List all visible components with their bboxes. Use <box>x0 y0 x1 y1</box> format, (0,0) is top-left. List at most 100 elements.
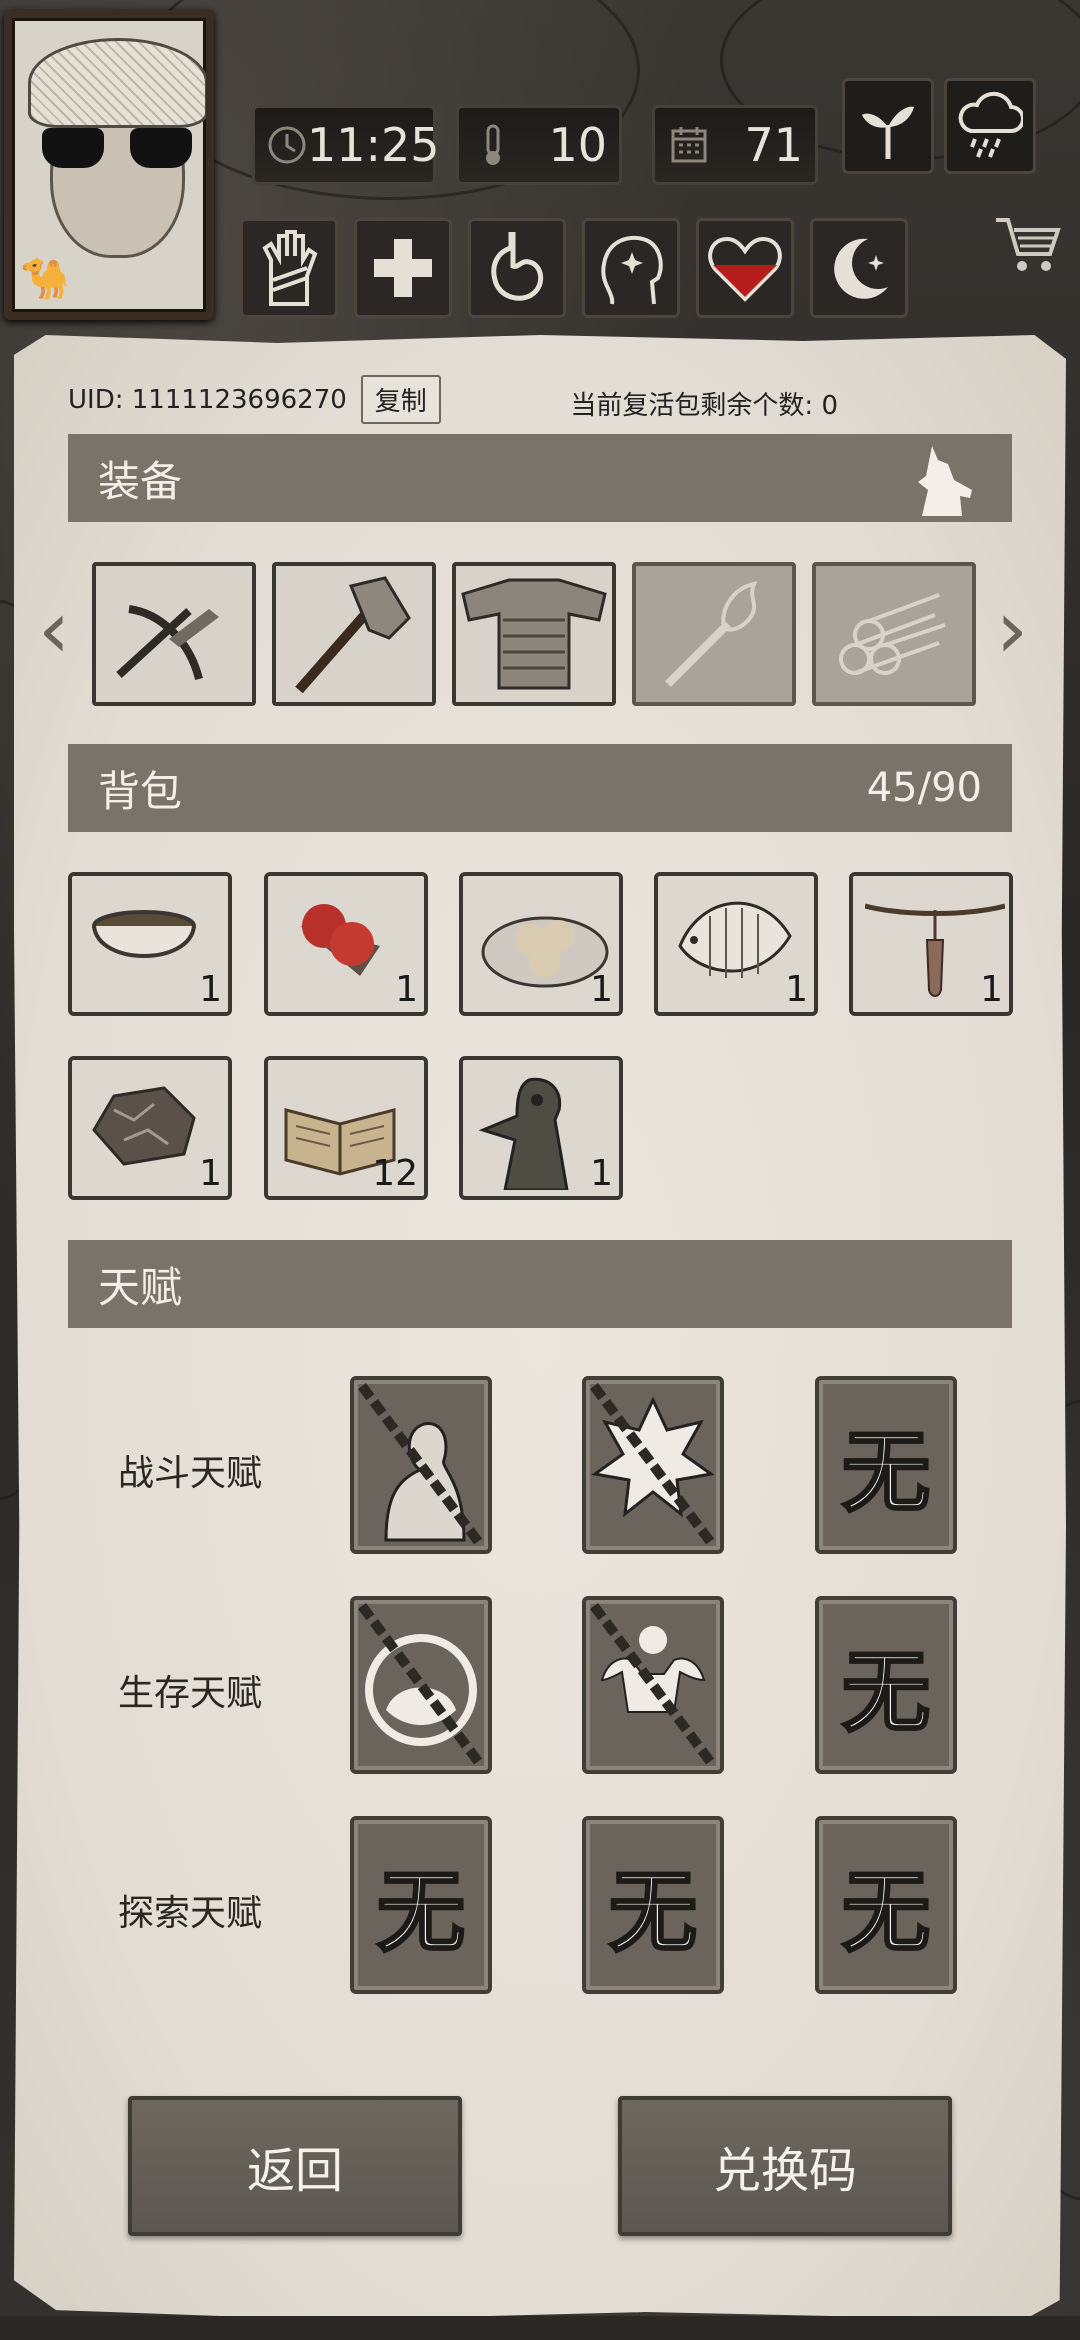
camel-icon: 🐪 <box>20 256 70 302</box>
rain-cloud-icon <box>958 91 1023 158</box>
item-quantity: 1 <box>980 969 1003 1010</box>
bandaged-hand-icon <box>262 230 318 306</box>
item-quantity: 1 <box>590 1153 613 1194</box>
equipment-slot-weapon[interactable] <box>92 562 256 706</box>
howling-wolf-icon <box>918 446 972 516</box>
berries-icon <box>300 904 380 976</box>
health-status-button[interactable] <box>354 218 452 318</box>
bottom-edge <box>0 2316 1080 2340</box>
talents-title: 天赋 <box>98 1262 183 1312</box>
backpack-item[interactable]: 1 <box>459 1056 623 1200</box>
portrait-sunglasses <box>42 128 192 168</box>
medical-cross-icon <box>374 239 432 297</box>
talent-slot-empty[interactable]: 无 <box>582 1816 724 1994</box>
ore-icon <box>92 1086 196 1166</box>
sprout-icon <box>862 106 914 159</box>
uid-row: UID: 1111123696270 复制 <box>68 375 441 424</box>
back-button[interactable]: 返回 <box>128 2096 462 2236</box>
talent-slot-locked[interactable] <box>582 1376 724 1554</box>
axe-icon <box>295 576 411 694</box>
mind-status-button[interactable] <box>582 218 680 318</box>
fish-icon <box>678 901 792 978</box>
talent-none-label: 无 <box>840 1859 931 1965</box>
talent-slot-empty[interactable]: 无 <box>815 1596 957 1774</box>
equipment-prev-arrow[interactable]: ‹ <box>38 590 70 670</box>
backpack-header: 背包 45/90 <box>68 744 1012 832</box>
item-quantity: 1 <box>199 1153 222 1194</box>
talent-none-label: 无 <box>607 1859 698 1965</box>
copy-uid-button[interactable]: 复制 <box>360 375 441 424</box>
talent-slot-empty[interactable]: 无 <box>815 1816 957 1994</box>
thermometer-icon <box>471 123 515 167</box>
talent-slot-empty[interactable]: 无 <box>350 1816 492 1994</box>
bowl-icon <box>92 910 196 958</box>
crescent-moon-icon <box>834 238 888 299</box>
farming-button[interactable] <box>842 78 934 174</box>
day-value: 71 <box>744 118 803 172</box>
backpack-item[interactable]: 1 <box>68 872 232 1016</box>
talent-slot-locked[interactable] <box>350 1376 492 1554</box>
equipment-slot-resource[interactable] <box>812 562 976 706</box>
equipment-header: 装备 <box>68 434 1012 522</box>
equipment-next-arrow[interactable]: › <box>996 590 1028 670</box>
sleep-status-button[interactable] <box>810 218 908 318</box>
backpack-capacity: 45/90 <box>866 765 982 811</box>
spiked-emblem-icon <box>589 1383 717 1547</box>
talent-row-label: 探索天赋 <box>118 1893 263 1934</box>
day-display: 71 <box>652 105 818 185</box>
equipment-title: 装备 <box>98 456 183 506</box>
equipment-slot-tool[interactable] <box>272 562 436 706</box>
talent-none-label: 无 <box>840 1639 931 1745</box>
temperature-display: 10 <box>456 105 622 185</box>
torch-icon <box>665 581 758 687</box>
clock-icon <box>267 123 307 167</box>
item-quantity: 12 <box>372 1153 418 1194</box>
item-quantity: 1 <box>785 969 808 1010</box>
armor-vest-icon <box>461 578 607 690</box>
lotus-emblem-icon <box>357 1603 485 1767</box>
log-bundle-icon <box>839 593 946 675</box>
backpack-item[interactable]: 1 <box>849 872 1013 1016</box>
shopping-cart-icon <box>996 218 1061 271</box>
equipment-slot-light[interactable] <box>632 562 796 706</box>
hunger-status-button[interactable] <box>468 218 566 318</box>
time-value: 11:25 <box>307 118 440 172</box>
weather-button[interactable] <box>944 78 1036 174</box>
portrait-hat <box>28 38 206 128</box>
talent-slot-locked[interactable] <box>350 1596 492 1774</box>
item-quantity: 1 <box>199 969 222 1010</box>
redeem-code-button[interactable]: 兑换码 <box>618 2096 952 2236</box>
heart-status-button[interactable] <box>696 218 794 318</box>
calendar-icon <box>667 123 711 167</box>
backpack-item[interactable]: 1 <box>654 872 818 1016</box>
backpack-item[interactable]: 1 <box>459 872 623 1016</box>
head-sparkle-icon <box>601 235 663 305</box>
talents-header: 天赋 <box>68 1240 1012 1328</box>
item-quantity: 1 <box>590 969 613 1010</box>
uid-text: UID: 1111123696270 <box>68 384 347 415</box>
talent-row-label: 战斗天赋 <box>118 1453 263 1494</box>
bandage-status-button[interactable] <box>240 218 338 318</box>
equipment-slot-armor[interactable] <box>452 562 616 706</box>
stomach-icon <box>491 232 544 301</box>
talent-slot-empty[interactable]: 无 <box>815 1376 957 1554</box>
time-display: 11:25 <box>252 105 440 185</box>
shop-button[interactable] <box>992 210 1062 280</box>
warrior-portrait-icon <box>357 1383 485 1547</box>
talent-none-label: 无 <box>375 1859 466 1965</box>
crossbow-icon <box>116 605 219 681</box>
talent-none-label: 无 <box>840 1419 931 1525</box>
talent-slot-locked[interactable] <box>582 1596 724 1774</box>
backpack-title: 背包 <box>98 766 183 816</box>
backpack-item[interactable]: 12 <box>264 1056 428 1200</box>
player-portrait[interactable]: 🐪 <box>4 10 214 320</box>
backpack-item[interactable]: 1 <box>264 872 428 1016</box>
talent-row-label: 生存天赋 <box>118 1673 263 1714</box>
muscle-man-icon <box>589 1603 717 1767</box>
plague-doctor-icon <box>478 1077 569 1190</box>
item-quantity: 1 <box>395 969 418 1010</box>
heart-icon <box>708 236 782 302</box>
backpack-item[interactable]: 1 <box>68 1056 232 1200</box>
temperature-value: 10 <box>548 118 607 172</box>
revive-pack-count: 当前复活包剩余个数: 0 <box>570 391 838 421</box>
